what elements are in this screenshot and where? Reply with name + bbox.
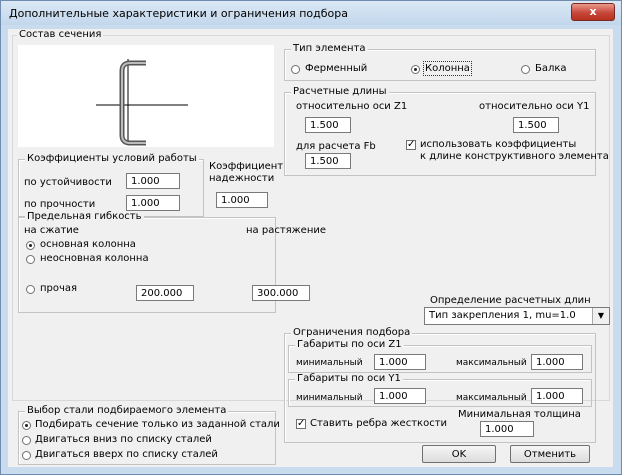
reliability-label-1: Коэффициент [209, 161, 284, 172]
radio-other-label: прочая [40, 283, 78, 294]
length-def-label: Определение расчетных длин [430, 295, 591, 306]
y1-length-label: относительно оси Y1 [479, 101, 590, 112]
z1-length-input[interactable] [305, 117, 351, 133]
stability-label: по устойчивости [24, 177, 112, 188]
length-def-select[interactable]: Тип закрепления 1, mu=1.0 ▼ [424, 307, 610, 325]
radio-steel-down-label: Двигаться вниз по списку сталей [35, 434, 212, 445]
radio-beam[interactable] [521, 65, 530, 74]
y1-max-input[interactable] [531, 388, 583, 404]
title-bar[interactable]: Дополнительные характеристики и ограниче… [1, 1, 621, 25]
radio-main-column[interactable] [26, 241, 35, 250]
check-icon: ✓ [407, 139, 416, 150]
radio-column-label: Колонна [423, 61, 472, 76]
close-icon: x [589, 5, 597, 18]
min-thickness-input[interactable] [480, 421, 534, 437]
close-button[interactable]: x [571, 3, 615, 21]
stiffeners-checkbox[interactable]: ✓ [296, 419, 306, 429]
fb-length-label: для расчета Fb [296, 141, 376, 152]
steel-choice-label: Выбор стали подбираемого элемента [25, 405, 229, 416]
radio-truss[interactable] [291, 65, 300, 74]
z1-max-input[interactable] [531, 354, 583, 370]
reliability-label-2: надежности [209, 173, 275, 184]
z1-length-label: относительно оси Z1 [296, 101, 408, 112]
section-preview [18, 45, 274, 147]
section-composition-label: Состав сечения [17, 29, 104, 40]
z1-dims-label: Габариты по оси Z1 [295, 339, 404, 350]
calc-lengths-label: Расчетные длины [291, 86, 389, 97]
dialog-window: Дополнительные характеристики и ограниче… [0, 0, 622, 475]
y1-min-input[interactable] [374, 388, 426, 404]
use-coef-label-1: использовать коэффициенты [420, 139, 577, 150]
radio-main-column-label: основная колонна [40, 239, 136, 250]
element-type-label: Тип элемента [291, 43, 368, 54]
z1-min-input[interactable] [374, 354, 426, 370]
dialog-client: Состав сечения Тип элемента Ферменный Ко… [8, 29, 613, 467]
radio-secondary-column[interactable] [26, 255, 35, 264]
stiffeners-label: Ставить ребра жесткости [310, 418, 448, 429]
radio-other[interactable] [26, 285, 35, 294]
z1-max-label: максимальный [456, 358, 527, 368]
ok-button[interactable]: OK [422, 445, 496, 463]
strength-input[interactable] [126, 195, 180, 211]
radio-steel-up[interactable] [22, 451, 31, 460]
cancel-button[interactable]: Отменить [510, 445, 590, 463]
y1-max-label: максимальный [456, 393, 527, 403]
channel-section-icon [96, 59, 188, 146]
radio-truss-label: Ферменный [305, 63, 368, 74]
radio-steel-only[interactable] [22, 421, 31, 430]
use-coef-label-2: к длине конструктивного элемента [420, 151, 609, 162]
compression-label: на сжатие [24, 225, 79, 236]
use-coef-checkbox[interactable]: ✓ [406, 140, 416, 150]
length-def-value: Тип закрепления 1, mu=1.0 [429, 310, 576, 321]
min-thickness-label: Минимальная толщина [458, 409, 581, 420]
y1-length-input[interactable] [513, 117, 559, 133]
z1-min-label: минимальный [296, 358, 363, 368]
stability-input[interactable] [126, 173, 180, 189]
fb-length-input[interactable] [305, 153, 351, 169]
y1-min-label: минимальный [296, 393, 363, 403]
radio-steel-down[interactable] [22, 436, 31, 445]
check-icon: ✓ [297, 418, 306, 429]
tension-limit-input[interactable] [252, 285, 310, 301]
radio-column[interactable] [411, 65, 420, 74]
tension-label: на растяжение [246, 225, 327, 236]
chevron-down-icon[interactable]: ▼ [592, 308, 609, 324]
y1-dims-label: Габариты по оси Y1 [295, 373, 403, 384]
radio-steel-only-label: Подбирать сечение только из заданной ста… [35, 419, 280, 430]
radio-beam-label: Балка [535, 63, 567, 74]
limits-label: Ограничения подбора [291, 327, 413, 338]
compression-limit-input[interactable] [136, 285, 194, 301]
radio-secondary-column-label: неосновная колонна [40, 253, 149, 264]
window-title: Дополнительные характеристики и ограниче… [9, 7, 348, 20]
radio-steel-up-label: Двигаться вверх по списку сталей [35, 449, 218, 460]
work-coef-label: Коэффициенты условий работы [25, 153, 199, 164]
slenderness-label: Предельная гибкость [25, 211, 144, 222]
strength-label: по прочности [24, 199, 96, 210]
reliability-input[interactable] [216, 192, 268, 208]
